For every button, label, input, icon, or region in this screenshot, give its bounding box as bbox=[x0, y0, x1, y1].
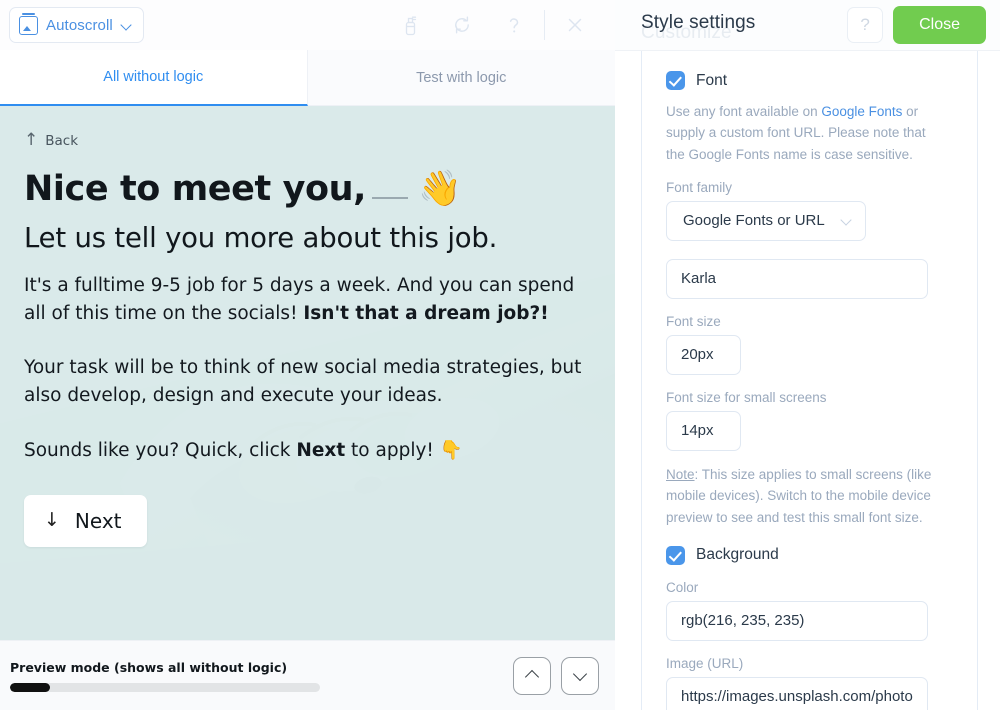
settings-title: Style settings bbox=[641, 12, 756, 33]
tab-test-with-logic[interactable]: Test with logic bbox=[307, 50, 615, 106]
question-paragraph-2: Your task will be to think of new social… bbox=[24, 357, 582, 407]
settings-scroll-area[interactable]: Font Use any font available on Google Fo… bbox=[615, 51, 1000, 710]
image-frame-icon bbox=[19, 13, 38, 35]
heading-text: Nice to meet you, bbox=[24, 169, 367, 209]
chevron-down-icon bbox=[841, 215, 853, 227]
question-heading: Nice to meet you, 👋 bbox=[24, 169, 585, 210]
autoscroll-dropdown[interactable]: Autoscroll bbox=[9, 7, 144, 43]
chevron-down-icon bbox=[121, 20, 132, 31]
toolbar-icon-group bbox=[384, 5, 601, 45]
background-image-value: https://images.unsplash.com/photo bbox=[681, 688, 913, 706]
font-size-label: Font size bbox=[666, 313, 721, 329]
font-family-label: Font family bbox=[666, 179, 733, 195]
background-section-label: Background bbox=[696, 546, 779, 564]
form-preview-pane: Autoscroll All without logic Test with l… bbox=[0, 0, 615, 710]
next-button[interactable]: ↓ Next bbox=[24, 494, 147, 547]
chevron-up-icon bbox=[526, 669, 539, 682]
question-subheading: Let us tell you more about this job. bbox=[24, 221, 498, 254]
spray-bottle-icon[interactable] bbox=[384, 5, 436, 45]
question-paragraph-1: It's a fulltime 9-5 job for 5 days a wee… bbox=[24, 272, 584, 328]
paragraph-3-plain-a: Sounds like you? Quick, click bbox=[24, 439, 297, 461]
settings-card: Font Use any font available on Google Fo… bbox=[641, 51, 978, 710]
font-size-input[interactable]: 20px bbox=[666, 334, 741, 375]
background-section-toggle[interactable]: Background bbox=[666, 545, 953, 565]
background-image-input[interactable]: https://images.unsplash.com/photo bbox=[666, 676, 928, 710]
font-helper-part1: Use any font available on bbox=[666, 104, 822, 119]
help-question-icon[interactable] bbox=[488, 5, 540, 45]
help-question-icon: ? bbox=[860, 15, 870, 34]
font-name-value: Karla bbox=[681, 270, 717, 288]
step-nav-group bbox=[513, 656, 599, 695]
paragraph-3-plain-b: to apply! bbox=[345, 439, 440, 461]
preview-tab-bar: All without logic Test with logic bbox=[0, 50, 615, 106]
back-button[interactable]: ↑ Back bbox=[24, 132, 585, 149]
nav-previous-button[interactable] bbox=[513, 656, 551, 695]
google-fonts-link[interactable]: Google Fonts bbox=[821, 104, 902, 119]
footer-status-group: Preview mode (shows all without logic) bbox=[10, 660, 513, 692]
checkbox-checked-icon[interactable] bbox=[666, 71, 685, 90]
app-root: Autoscroll All without logic Test with l… bbox=[0, 0, 1000, 710]
style-settings-pane: Customize Style settings ? Close Font Us… bbox=[615, 0, 1000, 710]
small-screen-font-size-value: 14px bbox=[681, 422, 714, 440]
pointing-down-emoji: 👇 bbox=[439, 439, 463, 461]
arrow-down-icon: ↓ bbox=[44, 509, 60, 532]
paragraph-3-bold: Next bbox=[296, 439, 346, 461]
back-label: Back bbox=[45, 132, 79, 149]
note-prefix: Note bbox=[666, 466, 695, 482]
settings-title-stack: Customize Style settings bbox=[641, 10, 847, 43]
small-screen-font-size-input[interactable]: 14px bbox=[666, 410, 741, 451]
tab-label: Test with logic bbox=[416, 69, 507, 86]
small-screen-font-size-label: Font size for small screens bbox=[666, 389, 827, 405]
arrow-up-icon: ↑ bbox=[24, 130, 39, 150]
background-color-input[interactable]: rgb(216, 235, 235) bbox=[666, 600, 928, 641]
close-x-icon[interactable] bbox=[549, 5, 601, 45]
next-button-label: Next bbox=[74, 508, 122, 533]
form-canvas: ↑ Back Nice to meet you, 👋 Let us tell y… bbox=[0, 106, 615, 640]
tab-label: All without logic bbox=[103, 69, 204, 85]
font-section-toggle[interactable]: Font bbox=[666, 71, 953, 90]
font-name-input[interactable]: Karla bbox=[666, 258, 928, 299]
font-family-select[interactable]: Google Fonts or URL bbox=[666, 200, 866, 241]
font-helper-text: Use any font available on Google Fonts o… bbox=[666, 101, 928, 165]
answer-placeholder-blank bbox=[372, 179, 409, 200]
close-settings-button[interactable]: Close bbox=[893, 6, 986, 44]
form-progress-fill bbox=[10, 682, 51, 692]
paragraph-1-bold: Isn't that a dream job?! bbox=[303, 303, 549, 325]
font-section-label: Font bbox=[696, 71, 728, 89]
preview-footer: Preview mode (shows all without logic) bbox=[0, 640, 615, 710]
background-color-value: rgb(216, 235, 235) bbox=[681, 612, 805, 630]
toolbar-divider bbox=[544, 10, 545, 40]
form-content: ↑ Back Nice to meet you, 👋 Let us tell y… bbox=[0, 106, 615, 547]
background-image-label: Image (URL) bbox=[666, 655, 744, 671]
settings-help-button[interactable]: ? bbox=[847, 7, 884, 43]
form-progress-bar bbox=[10, 682, 320, 692]
waving-hand-emoji: 👋 bbox=[418, 169, 462, 209]
settings-header: Customize Style settings ? Close bbox=[615, 0, 1000, 51]
background-color-label: Color bbox=[666, 579, 699, 595]
checkbox-checked-icon[interactable] bbox=[666, 545, 685, 565]
preview-mode-label: Preview mode (shows all without logic) bbox=[10, 659, 288, 675]
close-button-label: Close bbox=[919, 16, 960, 33]
chevron-down-icon bbox=[574, 669, 587, 682]
small-screen-note: Note: This size applies to small screens… bbox=[666, 464, 934, 528]
font-family-value: Google Fonts or URL bbox=[683, 212, 825, 230]
autoscroll-label: Autoscroll bbox=[46, 16, 113, 34]
font-size-value: 20px bbox=[681, 346, 714, 364]
note-body: : This size applies to small screens (li… bbox=[666, 466, 932, 525]
preview-toolbar: Autoscroll bbox=[0, 0, 615, 50]
refresh-icon[interactable] bbox=[436, 5, 488, 45]
question-paragraph-3: Sounds like you? Quick, click Next to ap… bbox=[24, 437, 584, 465]
nav-next-button[interactable] bbox=[561, 656, 599, 695]
tab-all-without-logic[interactable]: All without logic bbox=[0, 50, 308, 106]
